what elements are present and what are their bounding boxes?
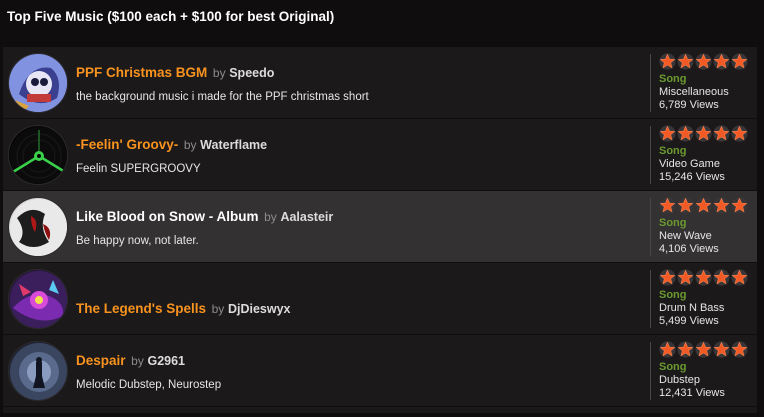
item-meta: Song Miscellaneous 6,789 Views (659, 53, 755, 112)
star-icon (695, 125, 712, 142)
star-rating (659, 341, 755, 359)
item-views: 5,499 Views (659, 315, 719, 327)
item-genre: Miscellaneous (659, 86, 729, 98)
item-genre: New Wave (659, 230, 712, 242)
star-icon (731, 341, 748, 358)
section-title: Top Five Music ($100 each + $100 for bes… (7, 9, 335, 24)
star-icon (713, 53, 730, 70)
star-icon (695, 53, 712, 70)
title-line: -Feelin' Groovy- by Waterflame (76, 137, 267, 152)
star-icon (713, 197, 730, 214)
star-icon (731, 125, 748, 142)
star-rating (659, 197, 755, 215)
green-vinyl-thumbnail[interactable] (8, 125, 68, 185)
music-list: PPF Christmas BGM by Speedo the backgrou… (3, 47, 757, 407)
title-line: PPF Christmas BGM by Speedo (76, 65, 274, 80)
star-icon (659, 197, 676, 214)
item-genre: Dubstep (659, 374, 700, 386)
title-line: Despair by G2961 (76, 353, 185, 368)
item-genre: Video Game (659, 158, 720, 170)
item-genre: Drum N Bass (659, 302, 725, 314)
author-link[interactable]: DjDieswyx (228, 302, 291, 316)
dark-figure-thumbnail[interactable] (8, 341, 68, 401)
by-label: by (264, 210, 277, 224)
author-link[interactable]: G2961 (147, 354, 185, 368)
author-link[interactable]: Speedo (229, 66, 274, 80)
star-icon (695, 197, 712, 214)
blood-snow-thumbnail[interactable] (8, 197, 68, 257)
item-type: Song (659, 289, 687, 301)
item-title-link[interactable]: Like Blood on Snow - Album (76, 209, 259, 224)
cartoon-character-thumbnail[interactable] (8, 53, 68, 113)
star-icon (659, 53, 676, 70)
item-type: Song (659, 217, 687, 229)
divider (650, 54, 651, 112)
item-description: Melodic Dubstep, Neurostep (76, 379, 222, 391)
star-icon (713, 269, 730, 286)
item-title-link[interactable]: The Legend's Spells (76, 301, 206, 316)
by-label: by (183, 138, 197, 152)
star-icon (677, 269, 694, 286)
item-description: Feelin SUPERGROOVY (76, 163, 201, 175)
item-description: Be happy now, not later. (76, 235, 199, 247)
star-icon (731, 269, 748, 286)
star-icon (731, 53, 748, 70)
star-icon (659, 269, 676, 286)
item-views: 6,789 Views (659, 99, 719, 111)
item-title-link[interactable]: -Feelin' Groovy- (76, 137, 178, 152)
list-item[interactable]: Like Blood on Snow - Album by Aalasteir … (3, 191, 757, 262)
divider (650, 342, 651, 400)
list-item[interactable]: -Feelin' Groovy- by Waterflame Feelin SU… (3, 119, 757, 190)
item-views: 12,431 Views (659, 387, 725, 399)
item-type: Song (659, 73, 687, 85)
divider (650, 198, 651, 256)
author-link[interactable]: Aalasteir (280, 210, 333, 224)
divider (650, 126, 651, 184)
item-meta: Song Video Game 15,246 Views (659, 125, 755, 184)
star-icon (677, 197, 694, 214)
by-label: by (131, 354, 144, 368)
item-title-link[interactable]: Despair (76, 353, 126, 368)
star-icon (659, 341, 676, 358)
star-icon (677, 341, 694, 358)
title-line: Like Blood on Snow - Album by Aalasteir (76, 209, 333, 224)
by-label: by (211, 302, 225, 316)
item-views: 4,106 Views (659, 243, 719, 255)
list-item[interactable]: Despair by G2961 Melodic Dubstep, Neuros… (3, 335, 757, 406)
item-description: the background music i made for the PPF … (76, 91, 369, 103)
star-icon (713, 341, 730, 358)
item-meta: Song Drum N Bass 5,499 Views (659, 269, 755, 328)
star-icon (695, 341, 712, 358)
divider (650, 270, 651, 328)
star-icon (677, 125, 694, 142)
item-type: Song (659, 145, 687, 157)
star-rating (659, 269, 755, 287)
purple-spell-thumbnail[interactable] (8, 269, 68, 329)
star-icon (695, 269, 712, 286)
star-rating (659, 125, 755, 143)
star-icon (731, 197, 748, 214)
star-icon (677, 53, 694, 70)
list-item[interactable]: PPF Christmas BGM by Speedo the backgrou… (3, 47, 757, 118)
title-line: The Legend's Spells by DjDieswyx (76, 301, 290, 316)
item-type: Song (659, 361, 687, 373)
item-views: 15,246 Views (659, 171, 725, 183)
star-icon (659, 125, 676, 142)
by-label: by (212, 66, 226, 80)
item-meta: Song New Wave 4,106 Views (659, 197, 755, 256)
list-item[interactable]: The Legend's Spells by DjDieswyx Song Dr… (3, 263, 757, 334)
item-meta: Song Dubstep 12,431 Views (659, 341, 755, 400)
star-icon (713, 125, 730, 142)
author-link[interactable]: Waterflame (200, 138, 267, 152)
list-footer-edge (3, 407, 757, 413)
star-rating (659, 53, 755, 71)
item-title-link[interactable]: PPF Christmas BGM (76, 65, 207, 80)
